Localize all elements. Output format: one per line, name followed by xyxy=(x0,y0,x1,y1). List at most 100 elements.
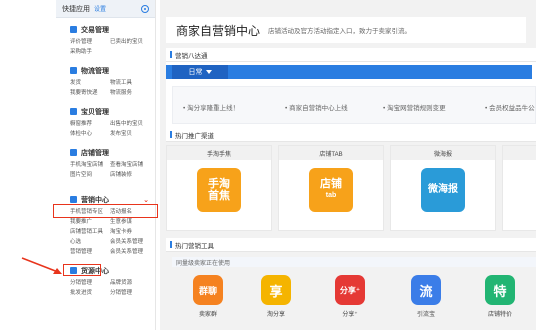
page-subtitle: 店铺活动及官方活动指定入口，致力于卖家引流。 xyxy=(268,28,412,35)
tool-label: 店铺特价 xyxy=(487,312,512,318)
section-title: 营销八达通 xyxy=(175,52,208,60)
card-caption: 微海报 xyxy=(391,146,495,160)
card-line1: 微海报 xyxy=(428,184,458,195)
news-item[interactable]: • 淘宝网营销规则变更 xyxy=(383,102,446,112)
tool-label: 分享⁺ xyxy=(342,312,358,318)
sidebar-link-marketing-management[interactable]: 营销管理 xyxy=(70,247,110,255)
sidebar-link[interactable]: 发货 xyxy=(70,78,110,86)
sidebar: 快捷应用 设置 交易管理 评价管理 已卖出的宝贝 采购助手 物流管理 发货 物流… xyxy=(56,0,156,330)
section-header-octopus: 营销八达通 xyxy=(166,48,536,62)
sidebar-link[interactable]: 我要推广 xyxy=(70,217,110,225)
truck-icon xyxy=(70,67,77,74)
group-items: 宝贝管理 橱窗推荐 出售中的宝贝 体检中心 发布宝贝 xyxy=(56,98,155,139)
sidebar-link[interactable]: 批发进货 xyxy=(70,288,110,296)
sidebar-link[interactable]: 会员关系管理 xyxy=(110,237,154,245)
tool-label: 引流宝 xyxy=(416,312,435,318)
sidebar-link[interactable]: 物流工具 xyxy=(110,78,154,86)
page-title-bar: 商家自营销中心 店铺活动及官方活动指定入口，致力于卖家引流。 xyxy=(166,17,526,43)
sidebar-link[interactable]: 图片空间 xyxy=(70,170,110,178)
card-caption: 手淘手焦 xyxy=(167,146,271,160)
group-title[interactable]: 店铺管理 xyxy=(81,148,109,158)
sidebar-link[interactable]: 采购助手 xyxy=(70,47,110,55)
tool-seller-group[interactable]: 群聊 卖家群 xyxy=(188,275,228,318)
channel-card[interactable]: 店铺TAB 店铺 tab xyxy=(278,145,384,231)
group-shop: 店铺管理 手机淘宝店铺 查看淘宝店铺 图片空间 店铺装修 xyxy=(56,139,155,180)
card-caption: 店铺TAB xyxy=(279,146,383,160)
sidebar-link[interactable]: 品牌货源 xyxy=(110,278,154,286)
page-title: 商家自营销中心 xyxy=(176,23,261,38)
flow-icon: 流 xyxy=(411,275,441,305)
sidebar-link[interactable]: 我要寄快递 xyxy=(70,88,110,96)
share-plus-icon: 分享⁺ xyxy=(335,275,365,305)
card-line1: 手淘 xyxy=(208,178,230,190)
channel-card-partial[interactable] xyxy=(502,145,536,231)
group-title[interactable]: 物流管理 xyxy=(81,66,109,76)
shop-icon xyxy=(70,149,77,156)
sidebar-link[interactable]: 淘宝卡券 xyxy=(110,227,154,235)
sidebar-title: 快捷应用 xyxy=(62,5,90,13)
card-line2: 首焦 xyxy=(208,190,230,202)
tool-label: 卖家群 xyxy=(198,312,217,318)
gear-icon[interactable] xyxy=(141,4,149,13)
group-marketing: 营销中心 ⌄ 手机营销专区 活动报名 我要推广 生意参谋 店铺营销工具 淘宝卡券 … xyxy=(56,180,155,257)
sidebar-link[interactable]: 橱窗推荐 xyxy=(70,119,110,127)
highlight-box-marketing xyxy=(53,204,158,218)
card-line2: tab xyxy=(325,192,337,199)
sidebar-link[interactable]: 出售中的宝贝 xyxy=(110,119,154,127)
news-item[interactable]: • 商家自营销中心上线 xyxy=(285,102,348,112)
channel-cards: 手淘手焦 手淘 首焦 店铺TAB 店铺 tab 微海报 微海报 xyxy=(166,145,536,231)
sidebar-header: 快捷应用 设置 xyxy=(56,0,155,18)
card-line1: 店铺 xyxy=(320,178,342,190)
sidebar-link[interactable]: 分销管理 xyxy=(70,278,110,286)
group-logistics: 物流管理 发货 物流工具 我要寄快递 物流服务 xyxy=(56,57,155,98)
tool-taoshare[interactable]: 享 淘分享 xyxy=(256,275,296,318)
chat-group-icon: 群聊 xyxy=(193,275,223,305)
shop-tab-icon: 店铺 tab xyxy=(309,168,353,212)
tab-daily[interactable]: 日常 xyxy=(172,65,228,79)
tools-subtitle: 同量级卖家正在使用 xyxy=(172,257,536,267)
sidebar-link[interactable]: 手机淘宝店铺 xyxy=(70,160,110,168)
group-title[interactable]: 宝贝管理 xyxy=(81,107,109,117)
section-header-channels: 热门推广渠道 xyxy=(166,128,536,142)
tab-label: 日常 xyxy=(188,69,203,76)
group-title[interactable]: 营销中心 xyxy=(81,195,109,205)
section-title: 热门营销工具 xyxy=(175,242,214,250)
sidebar-link[interactable]: 已卖出的宝贝 xyxy=(110,37,154,45)
tool-share-plus[interactable]: 分享⁺ 分享⁺ xyxy=(330,275,370,318)
sidebar-link[interactable]: 会员关系管理 xyxy=(110,247,154,255)
tool-label: 淘分享 xyxy=(266,312,285,318)
group-trade: 交易管理 评价管理 已卖出的宝贝 采购助手 xyxy=(56,18,155,57)
section-header-tools: 热门营销工具 xyxy=(166,238,536,252)
news-item[interactable]: • 会员权益品牛公 xyxy=(485,102,535,112)
tab-bar: 日常 xyxy=(166,65,532,79)
trade-icon xyxy=(70,26,77,33)
group-title[interactable]: 交易管理 xyxy=(81,25,109,35)
special-price-icon: 特 xyxy=(485,275,515,305)
section-title: 热门推广渠道 xyxy=(175,132,214,140)
channel-card[interactable]: 手淘手焦 手淘 首焦 xyxy=(166,145,272,231)
tool-traffic[interactable]: 流 引流宝 xyxy=(406,275,446,318)
sidebar-link[interactable]: 评价管理 xyxy=(70,37,110,45)
sidebar-link[interactable]: 物流服务 xyxy=(110,88,154,96)
sidebar-setting-link[interactable]: 设置 xyxy=(94,4,106,13)
highlight-box-marketing-management xyxy=(63,264,101,276)
sidebar-link[interactable]: 体检中心 xyxy=(70,129,110,137)
sidebar-link[interactable]: 心选 xyxy=(70,237,110,245)
news-strip: • 淘分享隆重上线！ • 商家自营销中心上线 • 淘宝网营销规则变更 • 会员权… xyxy=(172,86,536,124)
news-item[interactable]: • 淘分享隆重上线！ xyxy=(183,102,239,112)
chevron-down-icon[interactable]: ⌄ xyxy=(143,196,149,204)
tool-special-price[interactable]: 特 店铺特价 xyxy=(480,275,520,318)
mobile-taobao-banner-icon: 手淘 首焦 xyxy=(197,168,241,212)
channel-card[interactable]: 微海报 微海报 xyxy=(390,145,496,231)
item-icon xyxy=(70,108,77,115)
share-icon: 享 xyxy=(261,275,291,305)
sidebar-link[interactable]: 查看淘宝店铺 xyxy=(110,160,154,168)
sidebar-link[interactable]: 发布宝贝 xyxy=(110,129,154,137)
micro-poster-icon: 微海报 xyxy=(421,168,465,212)
sidebar-link[interactable]: 店铺装修 xyxy=(110,170,154,178)
megaphone-icon xyxy=(70,196,77,203)
caret-down-icon xyxy=(205,70,212,74)
sidebar-link[interactable]: 生意参谋 xyxy=(110,217,154,225)
sidebar-link[interactable]: 分销管理 xyxy=(110,288,154,296)
sidebar-link[interactable]: 店铺营销工具 xyxy=(70,227,110,235)
